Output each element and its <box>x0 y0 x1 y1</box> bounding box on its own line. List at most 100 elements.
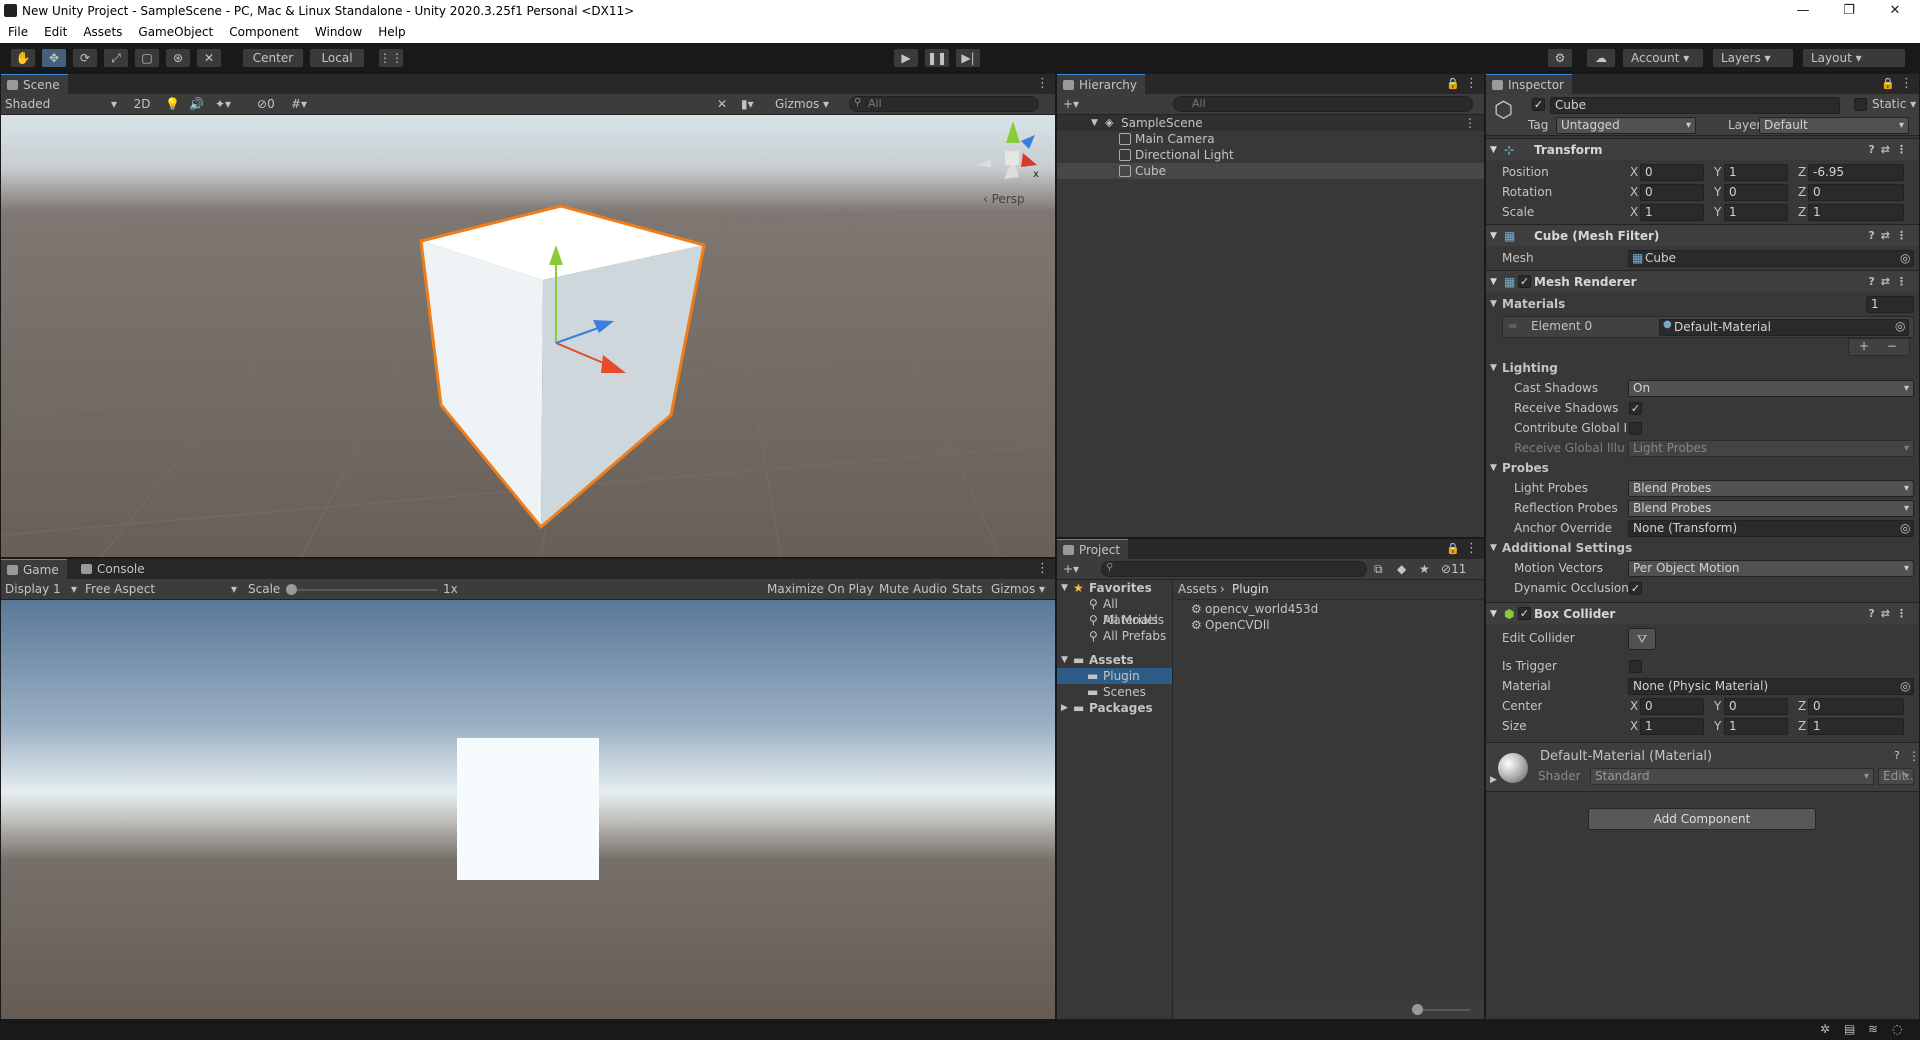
position-x-input[interactable]: 0 <box>1640 164 1704 181</box>
mesh-renderer-header[interactable]: ▼ ▦ ✓ Mesh Renderer ?⇄⋮ <box>1486 270 1919 292</box>
center-z-input[interactable]: 0 <box>1808 698 1904 715</box>
gizmos-dropdown[interactable]: Gizmos ▾ <box>775 96 839 113</box>
menu-edit[interactable]: Edit <box>36 22 75 43</box>
component-header-buttons[interactable]: ?⇄⋮ <box>1868 139 1913 161</box>
custom-tool-icon[interactable]: ✕ <box>196 48 222 68</box>
object-picker-icon[interactable]: ◎ <box>1900 250 1910 267</box>
menu-help[interactable]: Help <box>370 22 413 43</box>
y-axis-label[interactable]: Y <box>1714 204 1721 221</box>
shader-edit-button[interactable]: Edit... <box>1878 768 1914 785</box>
project-menu-icon[interactable]: ⋮ <box>1465 541 1478 556</box>
tab-game[interactable]: Game <box>1 559 67 579</box>
position-y-input[interactable]: 1 <box>1724 164 1788 181</box>
tree-all-prefabs[interactable]: ⚲ All Prefabs <box>1057 628 1172 644</box>
position-z-input[interactable]: -6.95 <box>1808 164 1904 181</box>
size-y-input[interactable]: 1 <box>1724 718 1788 735</box>
expand-arrow-icon[interactable]: ▶ <box>1490 775 1497 785</box>
hierarchy-search-input[interactable]: All <box>1173 96 1473 112</box>
cast-shadows-dropdown[interactable]: On <box>1628 380 1914 397</box>
lighting-row[interactable]: ▼ Lighting <box>1486 360 1919 377</box>
grid-snap-icon[interactable]: ⋮⋮ <box>378 48 404 68</box>
pivot-center-button[interactable]: Center <box>242 48 304 68</box>
filter-type-icon[interactable]: ⧉ <box>1374 561 1383 578</box>
scale-slider-handle[interactable] <box>286 584 297 595</box>
layers-dropdown[interactable]: Layers ▾ <box>1712 48 1794 68</box>
expand-arrow-icon[interactable]: ▼ <box>1091 115 1098 131</box>
component-header-buttons[interactable]: ?⇄⋮ <box>1868 225 1913 247</box>
y-axis-label[interactable]: Y <box>1714 718 1721 735</box>
size-z-input[interactable]: 1 <box>1808 718 1904 735</box>
object-picker-icon[interactable]: ◎ <box>1900 520 1910 537</box>
z-axis-label[interactable]: Z <box>1798 698 1806 715</box>
minimize-button[interactable]: — <box>1780 0 1826 22</box>
game-viewport[interactable] <box>1 600 1055 1019</box>
collapse-arrow-icon[interactable]: ▼ <box>1490 271 1497 293</box>
mesh-object-field[interactable]: Cube <box>1628 250 1914 267</box>
transform-header[interactable]: ▼ ⊹ Transform ?⇄⋮ <box>1486 138 1919 160</box>
pause-button[interactable]: ❚❚ <box>924 48 950 68</box>
tree-all-materials[interactable]: ⚲ All Materials <box>1057 596 1172 627</box>
hand-tool-icon[interactable]: ✋ <box>10 48 36 68</box>
hierarchy-item-directional-light[interactable]: Directional Light <box>1057 147 1484 163</box>
hierarchy-item-main-camera[interactable]: Main Camera <box>1057 131 1484 147</box>
rotation-y-input[interactable]: 0 <box>1724 184 1788 201</box>
scale-tool-icon[interactable]: ⤢ <box>103 48 129 68</box>
receive-shadows-checkbox[interactable]: ✓ <box>1629 402 1642 415</box>
lock-icon[interactable]: 🔒 <box>1446 542 1460 555</box>
create-plus-icon[interactable]: +▾ <box>1063 561 1079 578</box>
collapse-arrow-icon[interactable]: ▼ <box>1490 603 1497 625</box>
box-collider-enabled-checkbox[interactable]: ✓ <box>1518 607 1531 620</box>
size-x-input[interactable]: 1 <box>1640 718 1704 735</box>
motion-vectors-dropdown[interactable]: Per Object Motion <box>1628 560 1914 577</box>
mesh-filter-header[interactable]: ▼ ▦ Cube (Mesh Filter) ?⇄⋮ <box>1486 224 1919 246</box>
file-opencv-world[interactable]: ⚙ opencv_world453d <box>1191 601 1484 617</box>
y-axis-label[interactable]: Y <box>1714 184 1721 201</box>
center-x-input[interactable]: 0 <box>1640 698 1704 715</box>
component-header-buttons[interactable]: ?⇄⋮ <box>1868 271 1913 293</box>
cache-icon[interactable]: ▤ <box>1844 1022 1855 1036</box>
lock-icon[interactable]: 🔒 <box>1881 77 1895 90</box>
collapse-arrow-icon[interactable]: ▼ <box>1490 360 1497 377</box>
pivot-local-button[interactable]: Local <box>309 48 365 68</box>
layer-dropdown[interactable]: Default <box>1759 117 1909 134</box>
create-plus-icon[interactable]: +▾ <box>1063 96 1079 113</box>
favorite-star-icon[interactable]: ★ <box>1419 561 1430 578</box>
close-button[interactable]: ✕ <box>1872 0 1918 22</box>
hierarchy-menu-icon[interactable]: ⋮ <box>1465 76 1478 91</box>
object-picker-icon[interactable]: ◎ <box>1895 319 1905 333</box>
collab-icon[interactable]: ⚙ <box>1547 48 1573 68</box>
scene-menu-icon[interactable]: ⋮ <box>1036 76 1049 91</box>
mesh-renderer-enabled-checkbox[interactable]: ✓ <box>1518 275 1531 288</box>
lock-icon[interactable]: 🔒 <box>1446 77 1460 90</box>
inspector-menu-icon[interactable]: ⋮ <box>1900 76 1913 91</box>
tab-inspector[interactable]: Inspector <box>1486 74 1572 94</box>
lighting-toggle-icon[interactable]: 💡 <box>165 96 180 113</box>
tools-icon[interactable]: ✕ <box>717 96 727 113</box>
grid-toggle-icon[interactable]: #▾ <box>291 96 307 113</box>
materials-count-input[interactable]: 1 <box>1866 296 1914 313</box>
tree-assets[interactable]: ▼ ▬ Assets <box>1057 652 1172 668</box>
shader-dropdown[interactable]: Standard <box>1590 768 1874 785</box>
edit-collider-button[interactable]: ⛛ <box>1628 628 1656 650</box>
collapse-arrow-icon[interactable]: ▼ <box>1490 139 1497 161</box>
game-gizmos-dropdown[interactable]: Gizmos ▾ <box>991 581 1053 598</box>
tag-dropdown[interactable]: Untagged <box>1556 117 1696 134</box>
icon-size-slider-track[interactable] <box>1420 1009 1470 1011</box>
scene-row-menu-icon[interactable]: ⋮ <box>1464 115 1476 131</box>
rotation-z-input[interactable]: 0 <box>1808 184 1904 201</box>
layout-dropdown[interactable]: Layout ▾ <box>1802 48 1906 68</box>
active-checkbox[interactable]: ✓ <box>1532 98 1545 111</box>
rotate-tool-icon[interactable]: ⟳ <box>72 48 98 68</box>
hidden-objects-icon[interactable]: ⊘0 <box>257 96 275 113</box>
file-opencvdll[interactable]: ⚙ OpenCVDll <box>1191 617 1484 633</box>
tab-scene[interactable]: Scene <box>1 74 68 94</box>
display-dropdown[interactable]: Display 1 ▾ <box>5 581 77 598</box>
collapse-arrow-icon[interactable]: ▼ <box>1490 540 1497 557</box>
component-header-buttons[interactable]: ?⇄⋮ <box>1868 603 1913 625</box>
tree-all-models[interactable]: ⚲ All Models <box>1057 612 1172 628</box>
collapse-arrow-icon[interactable]: ▼ <box>1490 460 1497 477</box>
menu-file[interactable]: File <box>0 22 36 43</box>
breadcrumb-plugin[interactable]: Plugin <box>1232 582 1269 596</box>
y-axis-label[interactable]: Y <box>1714 698 1721 715</box>
x-axis-label[interactable]: X <box>1630 184 1638 201</box>
